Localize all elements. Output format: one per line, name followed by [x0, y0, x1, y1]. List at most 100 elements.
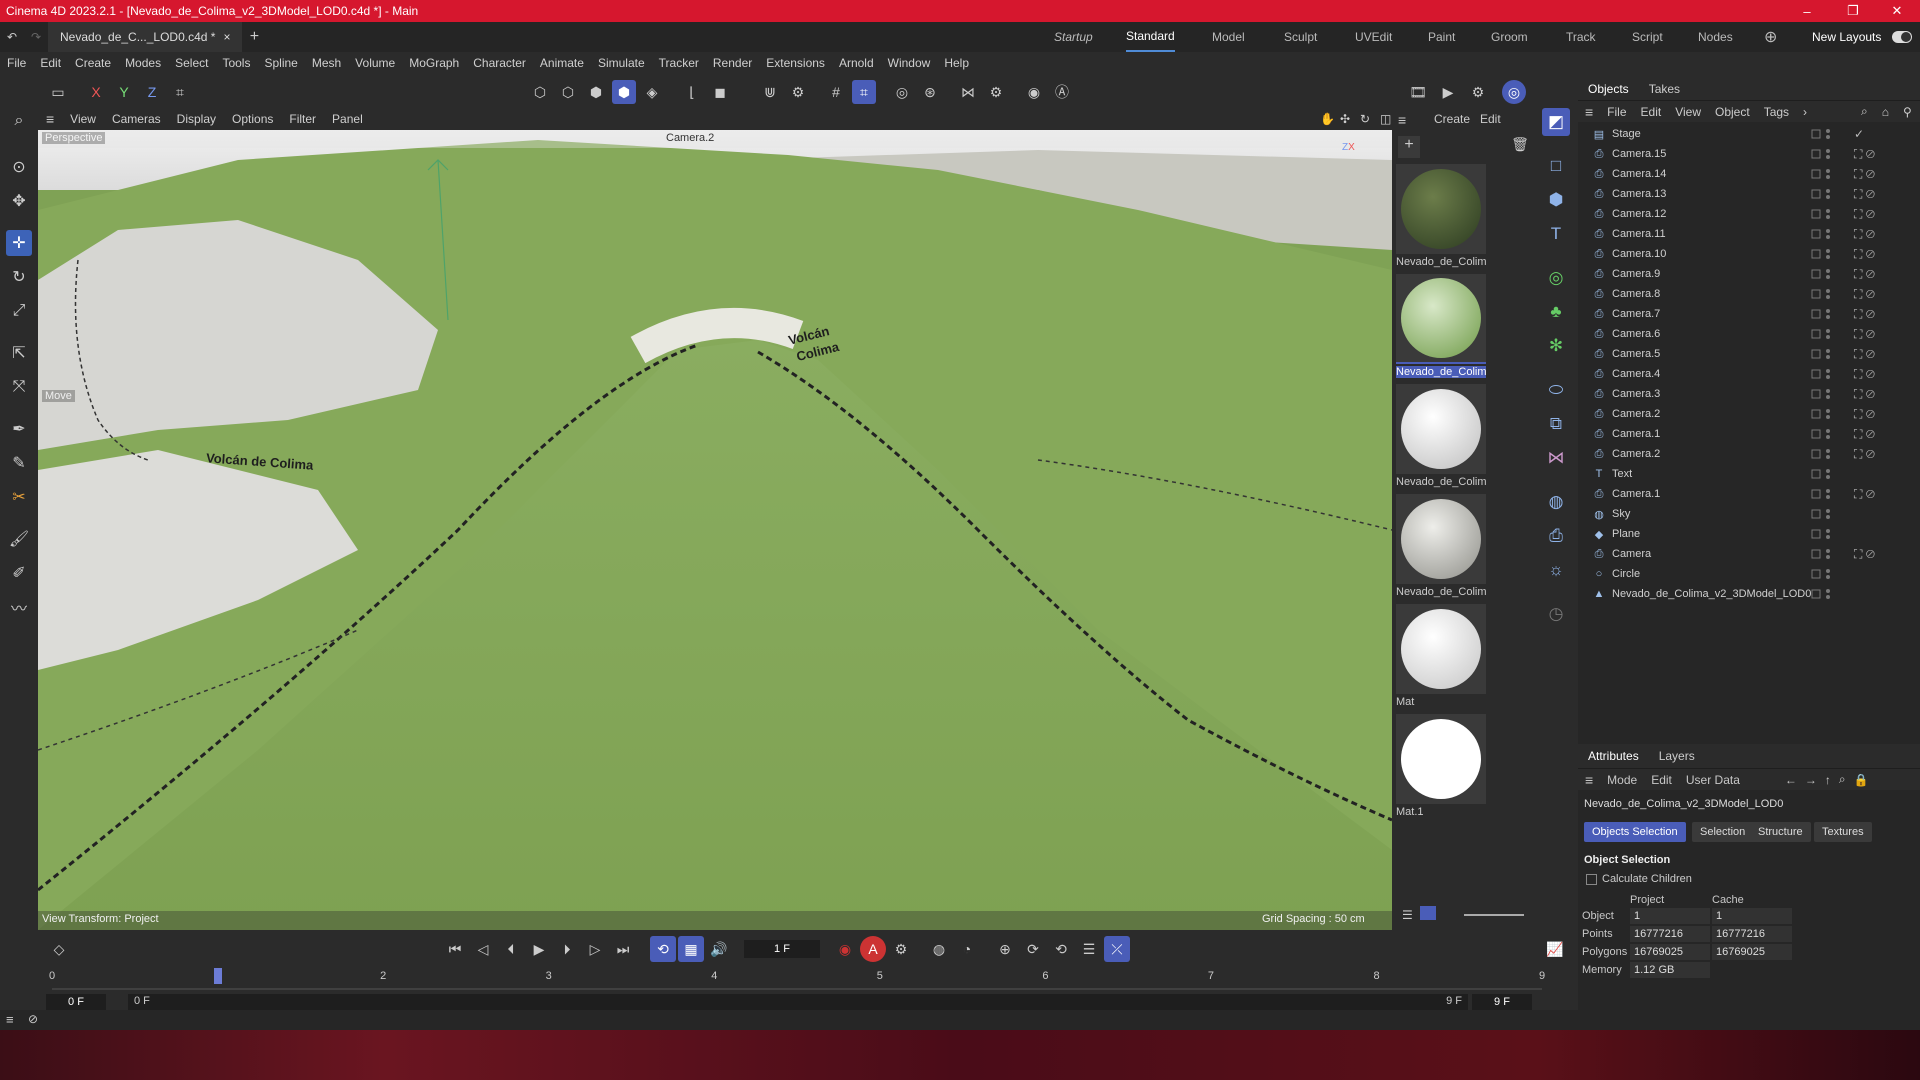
object-tags[interactable]: ⛶ ⊘ — [1854, 267, 1875, 282]
vp-menu-view[interactable]: View — [62, 112, 104, 126]
object-row[interactable]: ⎙ Camera.15 ⛶ ⊘ — [1578, 144, 1920, 164]
playback-mode-icon[interactable]: ▦ — [678, 936, 704, 962]
visibility-dots-icon[interactable] — [1808, 144, 1836, 164]
polygons-mode-icon[interactable]: ⬢ — [584, 80, 608, 104]
key-scale-icon[interactable]: ⟳ — [1020, 936, 1046, 962]
playhead-marker[interactable] — [213, 968, 222, 984]
visibility-dots-icon[interactable] — [1808, 564, 1836, 584]
menu-character[interactable]: Character — [466, 56, 533, 70]
play-icon[interactable]: ▶ — [526, 936, 552, 962]
transfer-icon[interactable]: ⇱ — [6, 340, 32, 366]
object-row[interactable]: ⎙ Camera.7 ⛶ ⊘ — [1578, 304, 1920, 324]
maximize-button[interactable]: ❐ — [1830, 0, 1876, 22]
menu-file[interactable]: File — [0, 56, 33, 70]
visibility-dots-icon[interactable] — [1808, 244, 1836, 264]
attr-menu-userdata[interactable]: User Data — [1679, 773, 1747, 787]
lock-icon[interactable]: 🔒 — [1850, 773, 1873, 787]
camera-tool-icon[interactable]: ⎙ — [1542, 522, 1570, 550]
layout-tab-uvedit[interactable]: UVEdit — [1355, 22, 1392, 52]
menu-render[interactable]: Render — [706, 56, 759, 70]
previous-key-icon[interactable]: ◁ — [470, 936, 496, 962]
attr-menu-mode[interactable]: Mode — [1600, 773, 1644, 787]
object-row[interactable]: ⎙ Camera.14 ⛶ ⊘ — [1578, 164, 1920, 184]
object-tags[interactable]: ⛶ ⊘ — [1854, 487, 1875, 502]
menu-edit[interactable]: Edit — [33, 56, 68, 70]
render-to-picture-viewer-icon[interactable]: ▶ — [1436, 80, 1460, 104]
visibility-dots-icon[interactable] — [1808, 284, 1836, 304]
knife-icon[interactable]: ✐ — [6, 560, 32, 586]
search-icon[interactable]: ⌕ — [1854, 104, 1875, 119]
object-row[interactable]: ⎙ Camera.13 ⛶ ⊘ — [1578, 184, 1920, 204]
object-row[interactable]: ⎙ Camera.8 ⛶ ⊘ — [1578, 284, 1920, 304]
effector-icon[interactable]: ✻ — [1542, 332, 1570, 360]
obj-menu-object[interactable]: Object — [1708, 105, 1757, 119]
material-slot[interactable]: Nevado_de_Colim — [1396, 164, 1486, 268]
object-tags[interactable]: ⛶ ⊘ — [1854, 327, 1875, 342]
vp-menu-cameras[interactable]: Cameras — [104, 112, 169, 126]
preview-range-bar[interactable]: 0 F 9 F — [128, 994, 1468, 1010]
visibility-dots-icon[interactable] — [1808, 384, 1836, 404]
visibility-dots-icon[interactable] — [1808, 304, 1836, 324]
object-tags[interactable]: ✓ — [1854, 127, 1864, 141]
hamburger-icon[interactable]: ≡ — [38, 111, 62, 127]
render-settings-icon[interactable]: ⚙ — [1466, 80, 1490, 104]
search-icon[interactable]: ⌕ — [1835, 772, 1850, 787]
soft-selection-icon[interactable]: ◎ — [890, 80, 914, 104]
filter-icon[interactable]: ⚲ — [1896, 105, 1919, 119]
object-tags[interactable]: ⛶ ⊘ — [1854, 347, 1875, 362]
vp-menu-panel[interactable]: Panel — [324, 112, 371, 126]
lock-icon[interactable]: ⊛ — [918, 80, 942, 104]
key-position-icon[interactable]: ⊕ — [992, 936, 1018, 962]
object-tags[interactable]: ⛶ ⊘ — [1854, 287, 1875, 302]
calculate-children-checkbox[interactable] — [1586, 874, 1597, 885]
menu-simulate[interactable]: Simulate — [591, 56, 652, 70]
obj-menu-edit[interactable]: Edit — [1634, 105, 1669, 119]
hamburger-icon[interactable]: ≡ — [1398, 112, 1406, 128]
object-row[interactable]: ⎙ Camera ⛶ ⊘ — [1578, 544, 1920, 564]
current-frame-field[interactable]: 1 F — [744, 940, 820, 958]
object-row[interactable]: ⎙ Camera.4 ⛶ ⊘ — [1578, 364, 1920, 384]
add-layout-icon[interactable]: ⊕ — [1764, 22, 1777, 52]
end-frame-field[interactable]: 9 F — [1472, 994, 1532, 1010]
grid-view-icon[interactable] — [1420, 906, 1436, 920]
object-row[interactable]: ⎙ Camera.2 ⛶ ⊘ — [1578, 404, 1920, 424]
environment-icon[interactable]: ◍ — [1542, 488, 1570, 516]
object-row[interactable]: ⎙ Camera.10 ⛶ ⊘ — [1578, 244, 1920, 264]
make-editable-icon[interactable]: ▭ — [46, 80, 70, 104]
hamburger-icon[interactable]: ≡ — [1578, 104, 1600, 120]
close-button[interactable]: ✕ — [1874, 0, 1920, 22]
rotate-tool-icon[interactable]: ↻ — [6, 264, 32, 290]
object-tags[interactable]: ⛶ ⊘ — [1854, 207, 1875, 222]
object-tags[interactable]: ⛶ ⊘ — [1854, 547, 1875, 562]
menu-window[interactable]: Window — [881, 56, 938, 70]
search-icon[interactable]: ⌕ — [6, 108, 32, 134]
spline-object-icon[interactable]: ⋈ — [1542, 444, 1570, 472]
menu-modes[interactable]: Modes — [118, 56, 168, 70]
visibility-dots-icon[interactable] — [1808, 264, 1836, 284]
key-interp-icon[interactable]: ⤫ — [1104, 936, 1130, 962]
next-key-icon[interactable]: ▷ — [582, 936, 608, 962]
go-to-start-icon[interactable]: ⏮ — [442, 936, 468, 962]
object-tags[interactable]: ⛶ ⊘ — [1854, 367, 1875, 382]
generator-icon[interactable]: ◎ — [1542, 264, 1570, 292]
obj-menu-tags[interactable]: Tags — [1757, 105, 1796, 119]
material-slot[interactable]: Mat — [1396, 604, 1486, 708]
back-arrow-icon[interactable]: ← — [1781, 773, 1801, 787]
layout-tab-script[interactable]: Script — [1632, 22, 1663, 52]
object-row[interactable]: ⎙ Camera.1 ⛶ ⊘ — [1578, 484, 1920, 504]
visibility-dots-icon[interactable] — [1808, 404, 1836, 424]
chevron-right-icon[interactable]: › — [1796, 105, 1814, 119]
menu-arnold[interactable]: Arnold — [832, 56, 881, 70]
cube-outline-icon[interactable]: □ — [1542, 152, 1570, 180]
axis-z-button[interactable]: Z — [140, 80, 164, 104]
visibility-dots-icon[interactable] — [1808, 224, 1836, 244]
spline-sketch-icon[interactable]: ✎ — [6, 450, 32, 476]
cube-icon[interactable]: ⬢ — [1542, 186, 1570, 214]
tab-objects[interactable]: Objects — [1578, 82, 1639, 96]
key-param-icon[interactable]: ⟲ — [1048, 936, 1074, 962]
home-icon[interactable]: ⌂ — [1875, 105, 1896, 119]
layout-tab-standard[interactable]: Standard — [1126, 22, 1175, 52]
key-rotation-icon[interactable]: ◔ — [954, 936, 980, 962]
mat-menu-create[interactable]: Create — [1434, 112, 1470, 126]
active-camera-label[interactable]: Camera.2 — [666, 132, 714, 144]
